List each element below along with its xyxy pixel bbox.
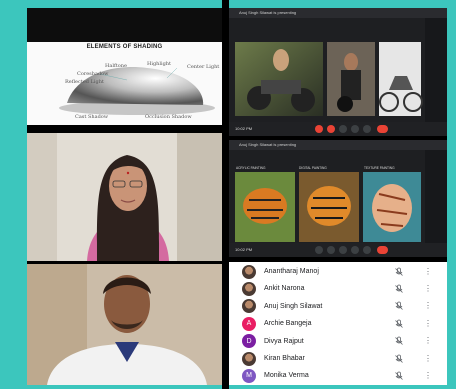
mic-off-icon[interactable] <box>394 284 404 294</box>
mic-off-icon[interactable] <box>394 267 404 277</box>
captions-button[interactable] <box>339 125 347 133</box>
more-vert-icon[interactable]: ⋮ <box>424 354 432 363</box>
meet-clock: 10:02 PM <box>235 126 253 131</box>
meet-side-panel <box>425 18 447 122</box>
participant-row[interactable]: A Archie Bangeja ⋮ <box>229 315 447 332</box>
participants-list: Anantharaj Manoj ⋮ Ankit Narona ⋮ Anuj Singh… <box>229 262 447 385</box>
end-call-button[interactable] <box>377 246 388 254</box>
more-vert-icon[interactable]: ⋮ <box>424 267 432 276</box>
participant-name: Ankit Narona <box>264 285 305 293</box>
label-cast-shadow: Cast Shadow <box>75 114 109 120</box>
mic-off-icon[interactable] <box>394 301 404 311</box>
label-occlusion-shadow: Occlusion Shadow <box>145 114 192 120</box>
participant-name: Divya Rajput <box>264 337 304 345</box>
more-vert-icon[interactable]: ⋮ <box>424 319 432 328</box>
more-vert-icon[interactable]: ⋮ <box>424 371 432 380</box>
avatar <box>242 264 256 279</box>
meet-control-bar: 10:02 PM <box>229 243 447 257</box>
avatar <box>242 281 256 296</box>
participant-name: Kiran Bhabar <box>264 355 305 362</box>
present-button[interactable] <box>351 125 359 133</box>
mic-off-icon[interactable] <box>394 371 404 381</box>
participant-row[interactable]: D Divya Rajput ⋮ <box>229 333 447 350</box>
label-highlight: Highlight <box>147 61 172 67</box>
more-vert-icon[interactable]: ⋮ <box>424 284 432 293</box>
participant-name: Anuj Singh Silawat <box>264 302 323 310</box>
meet-side-panel <box>425 150 447 243</box>
more-options-button[interactable] <box>363 246 371 254</box>
webcam-scene-1 <box>27 133 222 261</box>
avatar: A <box>242 316 256 331</box>
webcam-scene-2 <box>27 264 222 385</box>
more-vert-icon[interactable]: ⋮ <box>424 302 432 310</box>
camera-toggle-button[interactable] <box>327 125 335 133</box>
mic-off-icon[interactable] <box>394 319 404 329</box>
meet-control-bar: 10:02 PM <box>229 122 447 136</box>
more-options-button[interactable] <box>363 125 371 133</box>
label-reflected-light: Reflected Light <box>65 79 104 85</box>
meet-screen-presentation-1: Anuj Singh Silawat is presenting 10:02 P… <box>229 8 447 136</box>
divider-left-1 <box>27 125 222 133</box>
mic-toggle-button[interactable] <box>315 125 323 133</box>
meet-screen-presentation-2: Anuj Singh Silawat is presenting ACRYLIC… <box>229 140 447 257</box>
participant-row[interactable]: M Monika Verma ⋮ <box>229 367 447 384</box>
presenting-banner: Anuj Singh Silawat is presenting <box>239 142 297 147</box>
avatar: D <box>242 334 256 349</box>
avatar: M <box>242 368 256 383</box>
label-core-shadow: Coreshadow <box>77 71 109 77</box>
end-call-button[interactable] <box>377 125 388 133</box>
presenting-banner: Anuj Singh Silawat is presenting <box>239 10 297 15</box>
more-vert-icon[interactable]: ⋮ <box>424 337 432 345</box>
mic-off-icon[interactable] <box>394 336 404 346</box>
mic-off-icon[interactable] <box>394 354 404 364</box>
participant-video-2 <box>27 264 222 385</box>
meet-clock: 10:02 PM <box>235 247 253 252</box>
participant-name: Archie Bangeja <box>264 320 312 328</box>
participant-name: Monika Verma <box>264 372 309 380</box>
shared-screen-artwork-1 <box>235 42 423 116</box>
participant-row[interactable]: Anantharaj Manoj ⋮ <box>229 263 447 280</box>
participant-video-1 <box>27 133 222 261</box>
participant-row[interactable]: Ankit Narona ⋮ <box>229 280 447 297</box>
participant-row[interactable]: Anuj Singh Silawat ⋮ <box>229 298 447 315</box>
present-button[interactable] <box>351 246 359 254</box>
camera-toggle-button[interactable] <box>327 246 335 254</box>
label-center-light: Center Light <box>187 64 220 70</box>
shading-slide: ELEMENTS OF SHADING Halftone Highlight C… <box>27 8 222 125</box>
avatar <box>242 351 256 366</box>
mic-toggle-button[interactable] <box>315 246 323 254</box>
participant-name: Anantharaj Manoj <box>264 268 319 275</box>
captions-button[interactable] <box>339 246 347 254</box>
avatar <box>242 299 256 314</box>
shared-screen-artwork-2 <box>235 172 421 242</box>
label-halftone: Halftone <box>105 63 127 69</box>
participant-row[interactable]: Kiran Bhabar ⋮ <box>229 350 447 367</box>
divider-vertical <box>222 0 229 389</box>
